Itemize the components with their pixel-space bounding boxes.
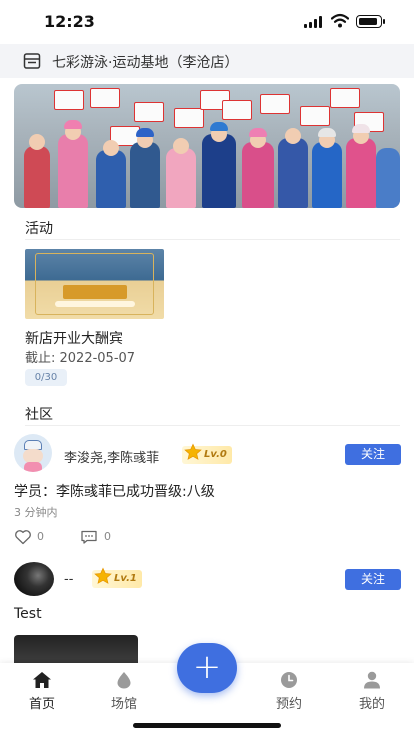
tab-label: 首页 [28, 697, 55, 712]
star-icon [94, 567, 112, 584]
level-label: Lv.1 [114, 573, 137, 584]
wifi-icon [331, 13, 349, 28]
activity-count-badge: 0/30 [25, 369, 67, 386]
divider [25, 425, 400, 426]
activity-image[interactable] [25, 249, 164, 319]
level-badge: Lv.0 [182, 443, 232, 464]
cellular-signal-icon [304, 16, 324, 28]
post-text[interactable]: 学员：李陈彧菲已成功晋级:八级 [14, 481, 215, 501]
star-icon [184, 443, 202, 460]
avatar[interactable] [14, 562, 54, 596]
user-icon [364, 671, 380, 689]
tab-label: 预约 [275, 697, 302, 712]
comment-icon[interactable] [80, 529, 98, 545]
activity-deadline: 截止: 2022-05-07 [25, 351, 136, 366]
home-indicator [133, 723, 281, 728]
activity-title[interactable]: 新店开业大酬宾 [25, 328, 123, 348]
tab-booking[interactable]: 预约 [259, 671, 319, 712]
store-icon [23, 53, 41, 69]
like-icon[interactable] [14, 529, 32, 545]
tab-label: 我的 [358, 697, 385, 712]
divider [25, 239, 400, 240]
home-icon [33, 672, 51, 688]
section-title-community: 社区 [25, 407, 53, 423]
follow-button[interactable]: 关注 [345, 444, 401, 465]
tab-venue[interactable]: 场馆 [94, 671, 154, 712]
create-post-button[interactable]: + [177, 643, 237, 693]
post-text[interactable]: Test [14, 606, 42, 622]
comment-count: 0 [104, 530, 111, 543]
plus-icon: + [192, 647, 222, 687]
tab-home[interactable]: 首页 [12, 671, 72, 712]
level-badge: Lv.1 [92, 567, 142, 588]
banner-carousel[interactable] [14, 84, 400, 208]
status-time: 12:23 [44, 12, 95, 31]
section-title-activities: 活动 [25, 221, 53, 237]
store-selector[interactable]: 七彩游泳·运动基地（李沧店） [0, 44, 414, 78]
tab-profile[interactable]: 我的 [342, 671, 402, 712]
venue-icon [117, 672, 131, 689]
level-label: Lv.0 [204, 449, 227, 460]
follow-button[interactable]: 关注 [345, 569, 401, 590]
store-name: 七彩游泳·运动基地（李沧店） [52, 55, 239, 71]
tab-label: 场馆 [110, 697, 137, 712]
avatar[interactable] [14, 434, 52, 472]
post-username[interactable]: -- [64, 572, 73, 587]
post-username[interactable]: 李浚尧,李陈彧菲 [64, 447, 159, 466]
status-bar: 12:23 [0, 0, 414, 44]
post-time: 3 分钟内 [14, 506, 58, 519]
like-count: 0 [37, 530, 44, 543]
battery-icon [356, 15, 385, 28]
clock-icon [281, 672, 297, 688]
